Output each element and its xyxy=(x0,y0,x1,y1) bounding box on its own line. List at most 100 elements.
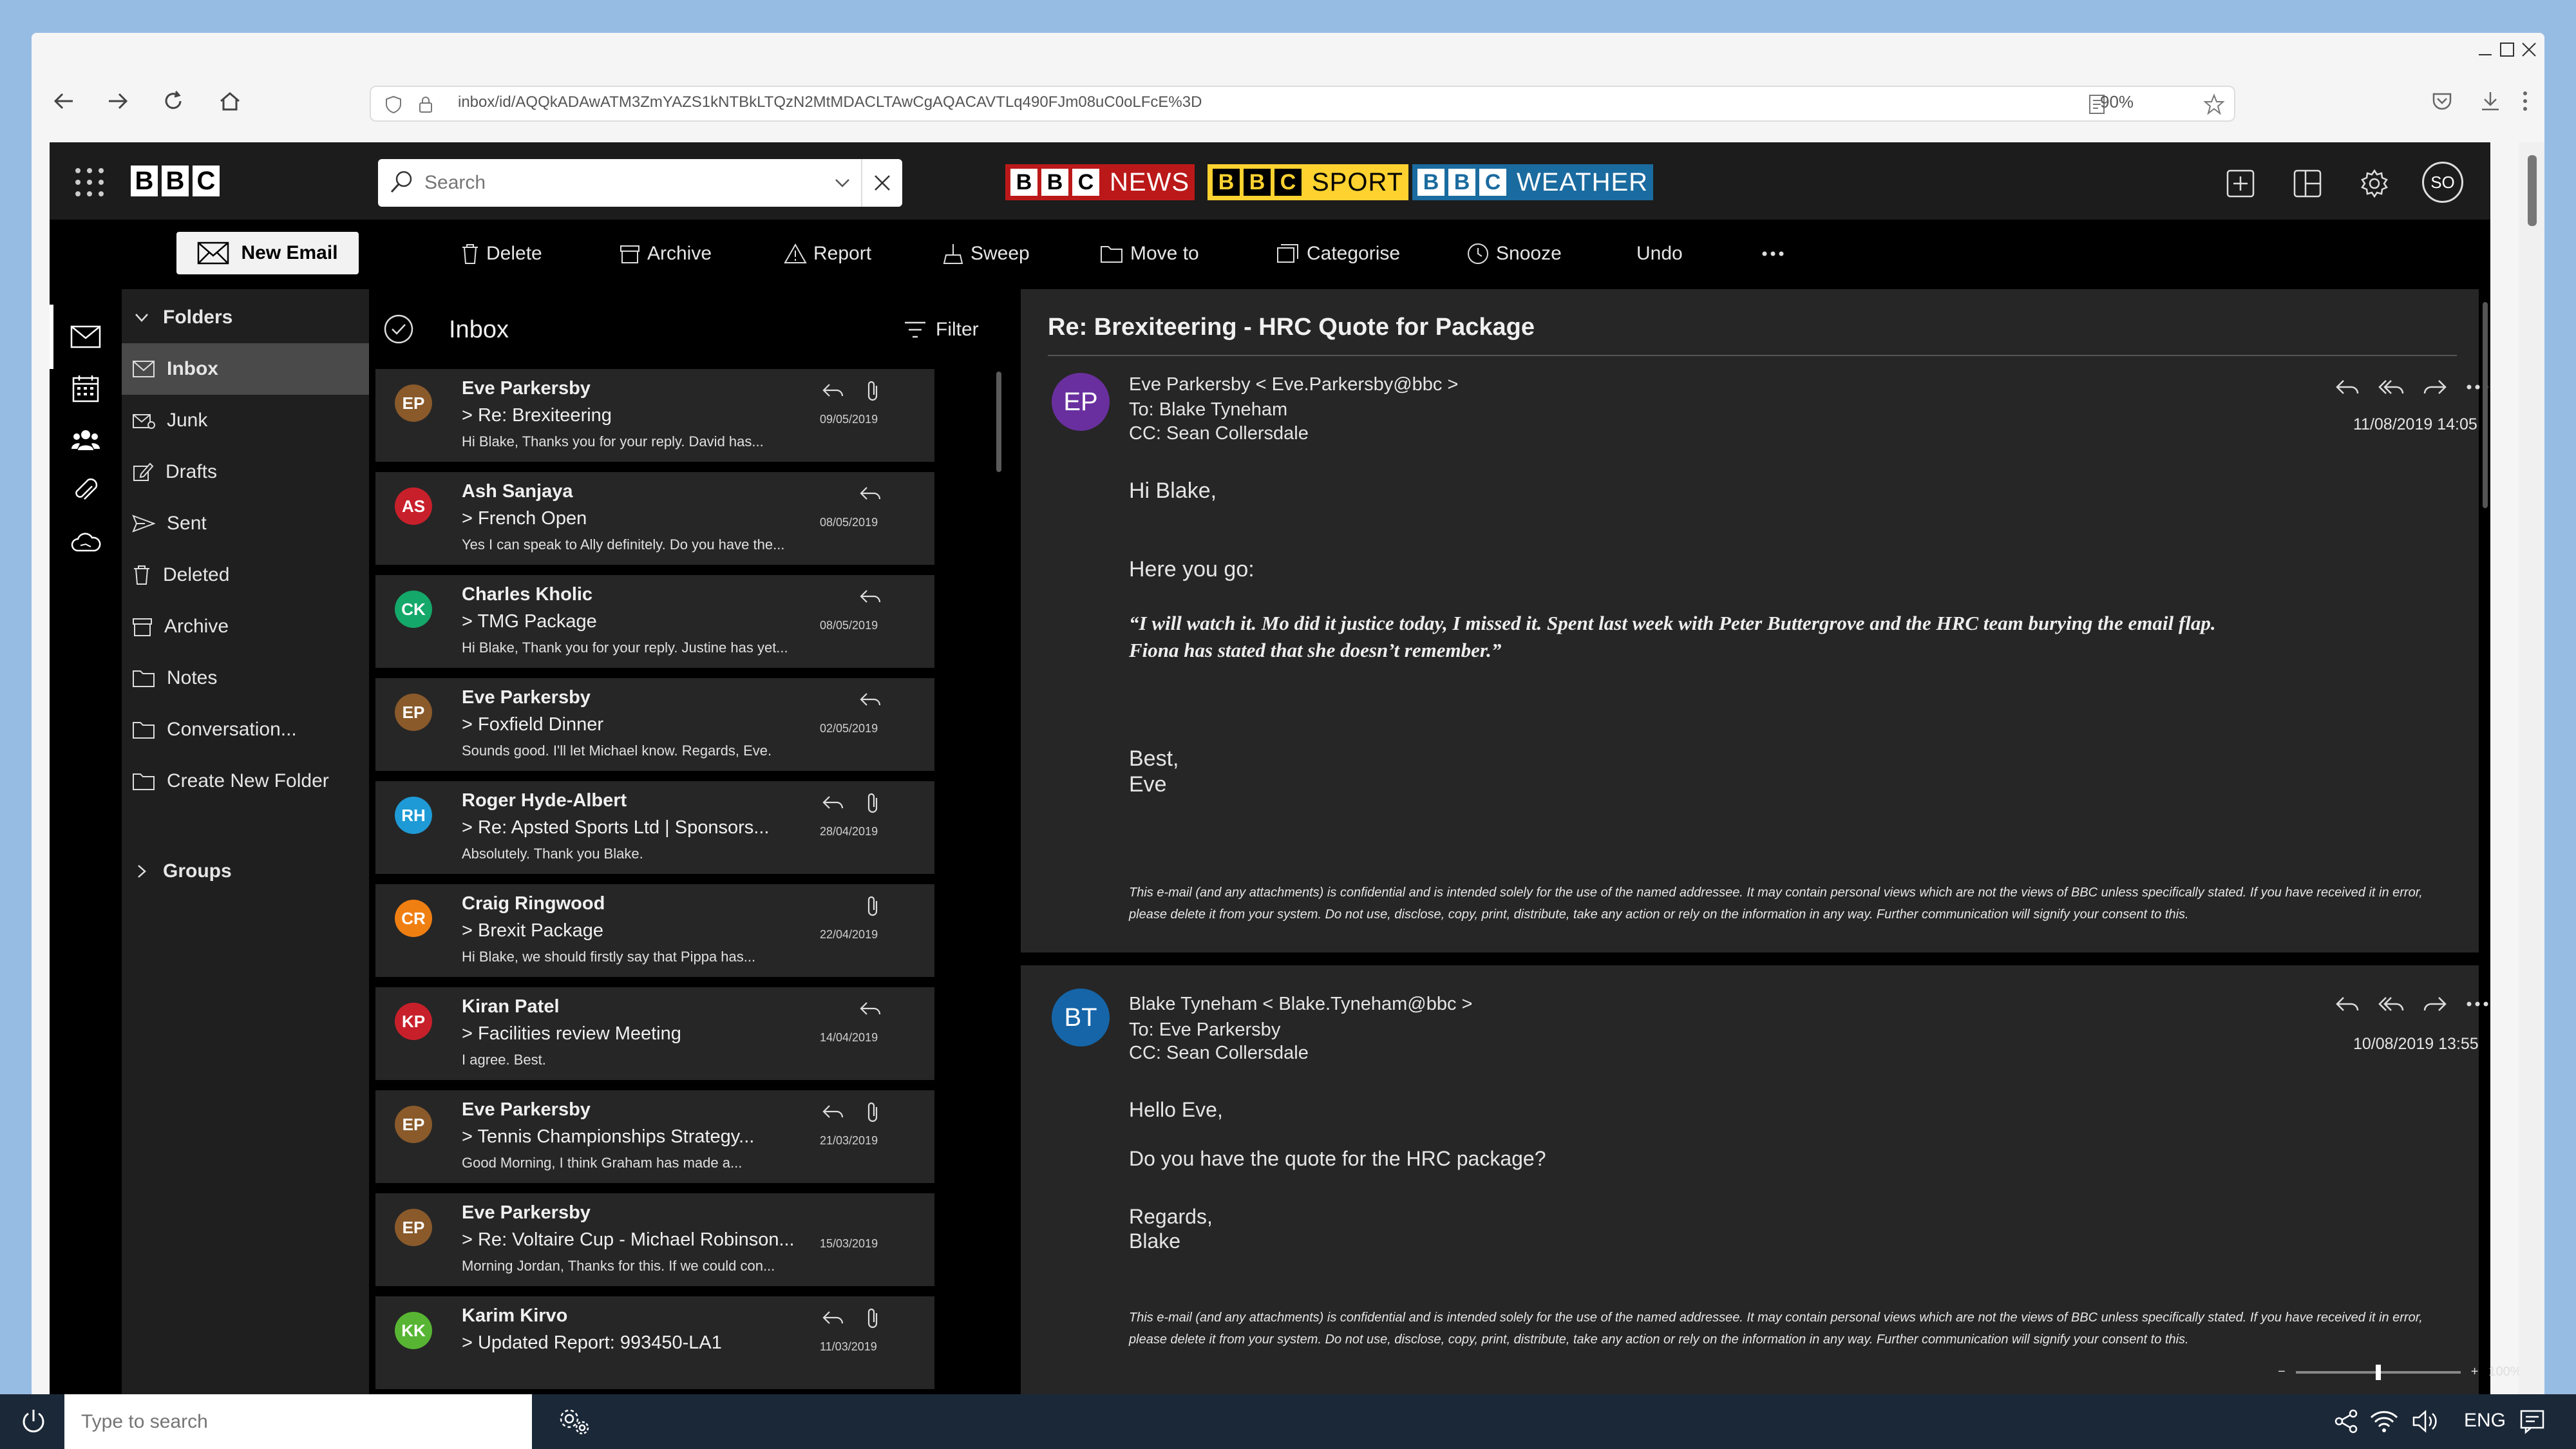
folder-item-junk[interactable]: Junk xyxy=(122,395,369,446)
archive-button[interactable]: Archive xyxy=(619,238,712,270)
folder-item-deleted[interactable]: Deleted xyxy=(122,549,369,601)
zoom-slider-thumb[interactable] xyxy=(2375,1364,2381,1380)
zoom-percentage: 100% xyxy=(2488,1365,2522,1379)
folder-item-notes[interactable]: Notes xyxy=(122,652,369,704)
bbc-logo[interactable]: BBC xyxy=(131,166,223,196)
taskbar-search[interactable] xyxy=(64,1394,532,1449)
folder-label: Sent xyxy=(167,513,207,534)
bbc-sport-link[interactable]: B B C SPORT xyxy=(1208,164,1409,200)
mail-icon[interactable] xyxy=(68,319,104,355)
folder-item-sent[interactable]: Sent xyxy=(122,498,369,549)
bbc-news-link[interactable]: B B C NEWS xyxy=(1005,164,1195,200)
reload-icon[interactable] xyxy=(154,82,193,120)
download-icon[interactable] xyxy=(2479,90,2502,113)
maximize-icon[interactable] xyxy=(2498,41,2516,59)
zoom-level[interactable]: 90% xyxy=(2100,92,2134,112)
filter-button[interactable]: Filter xyxy=(904,319,979,341)
email-list-item[interactable]: RH Roger Hyde-Albert > Re: Apsted Sports L… xyxy=(375,781,934,874)
sweep-button[interactable]: Sweep xyxy=(942,238,1030,270)
sender-name: Roger Hyde-Albert xyxy=(462,790,627,811)
folder-item-inbox[interactable]: Inbox xyxy=(122,343,369,395)
user-avatar[interactable]: SO xyxy=(2422,162,2463,203)
people-icon[interactable] xyxy=(68,422,104,458)
send-icon xyxy=(132,514,155,533)
sender-avatar: BT xyxy=(1052,989,1110,1046)
list-header: Inbox Filter xyxy=(369,289,1021,366)
search-input[interactable] xyxy=(424,169,837,196)
groups-header[interactable]: Groups xyxy=(122,846,369,897)
email-list-item[interactable]: EP Eve Parkersby > Foxfield Dinner Sounds g… xyxy=(375,678,934,771)
clear-search-icon[interactable] xyxy=(861,159,902,207)
share-icon[interactable] xyxy=(2334,1408,2360,1434)
sender-avatar: EP xyxy=(395,1209,432,1246)
volume-icon[interactable] xyxy=(2411,1408,2439,1434)
browser-scrollbar[interactable] xyxy=(2519,142,2544,1394)
shield-icon xyxy=(384,95,403,114)
report-button[interactable]: Report xyxy=(784,238,871,270)
calendar-icon[interactable] xyxy=(68,370,104,406)
forward-icon[interactable] xyxy=(2422,377,2448,397)
attachment-icon[interactable] xyxy=(68,473,104,509)
email-list-item[interactable]: KP Kiran Patel > Facilities review Meeting… xyxy=(375,987,934,1080)
reply-icon[interactable] xyxy=(2334,994,2360,1014)
wifi-icon[interactable] xyxy=(2370,1408,2398,1434)
new-email-button[interactable]: New Email xyxy=(176,232,359,274)
chevron-down-icon[interactable] xyxy=(833,173,852,193)
zoom-in-icon[interactable]: + xyxy=(2471,1365,2479,1379)
reply-all-icon[interactable] xyxy=(2378,377,2404,397)
power-icon[interactable] xyxy=(19,1407,48,1435)
list-title: Inbox xyxy=(449,316,509,343)
email-list-item[interactable]: EP Eve Parkersby > Re: Brexiteering Hi Blak… xyxy=(375,369,934,462)
email-list-item[interactable]: EP Eve Parkersby > Tennis Championships St… xyxy=(375,1090,934,1183)
email-list-item[interactable]: EP Eve Parkersby > Re: Voltaire Cup - Mich… xyxy=(375,1193,934,1286)
zoom-slider[interactable] xyxy=(2295,1364,2461,1380)
app-launcher-icon[interactable] xyxy=(74,167,105,198)
taskbar-search-input[interactable] xyxy=(81,1408,519,1435)
search-box[interactable] xyxy=(378,159,902,207)
layout-icon[interactable] xyxy=(2288,164,2327,203)
select-all-icon[interactable] xyxy=(383,314,414,345)
email-list-item[interactable]: KK Karim Kirvo > Updated Report: 993450-LA… xyxy=(375,1296,934,1389)
reply-icon[interactable] xyxy=(2334,377,2360,397)
email-list-item[interactable]: CR Craig Ringwood > Brexit Package Hi Blake… xyxy=(375,884,934,977)
email-preview: Yes I can speak to Ally definitely. Do y… xyxy=(462,536,785,553)
folders-pane: Folders Inbox Junk Drafts Sent Deleted Archiv… xyxy=(122,289,369,1394)
folder-item-drafts[interactable]: Drafts xyxy=(122,446,369,498)
more-options-icon[interactable] xyxy=(2466,994,2489,1014)
email-subject: > Facilities review Meeting xyxy=(462,1023,681,1044)
settings-gear-icon[interactable] xyxy=(2355,164,2394,203)
forward-icon[interactable] xyxy=(2422,994,2448,1014)
categorise-button[interactable]: Categorise xyxy=(1276,238,1400,270)
bookmark-star-icon[interactable] xyxy=(2203,93,2225,115)
settings-cog-icon[interactable] xyxy=(558,1407,590,1435)
snooze-button[interactable]: Snooze xyxy=(1466,238,1562,270)
pocket-icon[interactable] xyxy=(2430,90,2454,113)
cloud-icon[interactable] xyxy=(68,525,104,561)
email-list-item[interactable]: AS Ash Sanjaya > French Open Yes I can spea… xyxy=(375,472,934,565)
bbc-weather-link[interactable]: B B C WEATHER xyxy=(1412,164,1654,200)
reply-all-icon[interactable] xyxy=(2378,994,2404,1014)
undo-button[interactable]: Undo xyxy=(1636,238,1683,270)
notification-icon[interactable] xyxy=(2519,1408,2545,1434)
folders-header[interactable]: Folders xyxy=(122,292,369,343)
folder-item-create-new-folder[interactable]: Create New Folder xyxy=(122,755,369,807)
minimize-icon[interactable] xyxy=(2476,41,2494,59)
zoom-out-icon[interactable]: − xyxy=(2278,1365,2286,1379)
reading-scrollbar[interactable] xyxy=(2483,302,2488,508)
browser-menu-icon[interactable] xyxy=(2521,90,2529,113)
list-scrollbar[interactable] xyxy=(996,372,1001,472)
home-icon[interactable] xyxy=(211,82,249,120)
email-list-item[interactable]: CK Charles Kholic > TMG Package Hi Blake, T… xyxy=(375,575,934,668)
new-window-icon[interactable] xyxy=(2221,164,2260,203)
folder-item-archive[interactable]: Archive xyxy=(122,601,369,652)
delete-button[interactable]: Delete xyxy=(460,238,542,270)
replied-icon xyxy=(857,584,883,610)
move-to-button[interactable]: Move to xyxy=(1099,238,1199,270)
email-preview: Good Morning, I think Graham has made a.… xyxy=(462,1155,743,1171)
more-actions-icon[interactable] xyxy=(1761,238,1785,270)
back-icon[interactable] xyxy=(44,82,83,120)
folder-item-conversation[interactable]: Conversation... xyxy=(122,704,369,755)
close-window-icon[interactable] xyxy=(2520,41,2538,59)
forward-icon[interactable] xyxy=(99,82,137,120)
language-indicator[interactable]: ENG xyxy=(2464,1410,2506,1432)
